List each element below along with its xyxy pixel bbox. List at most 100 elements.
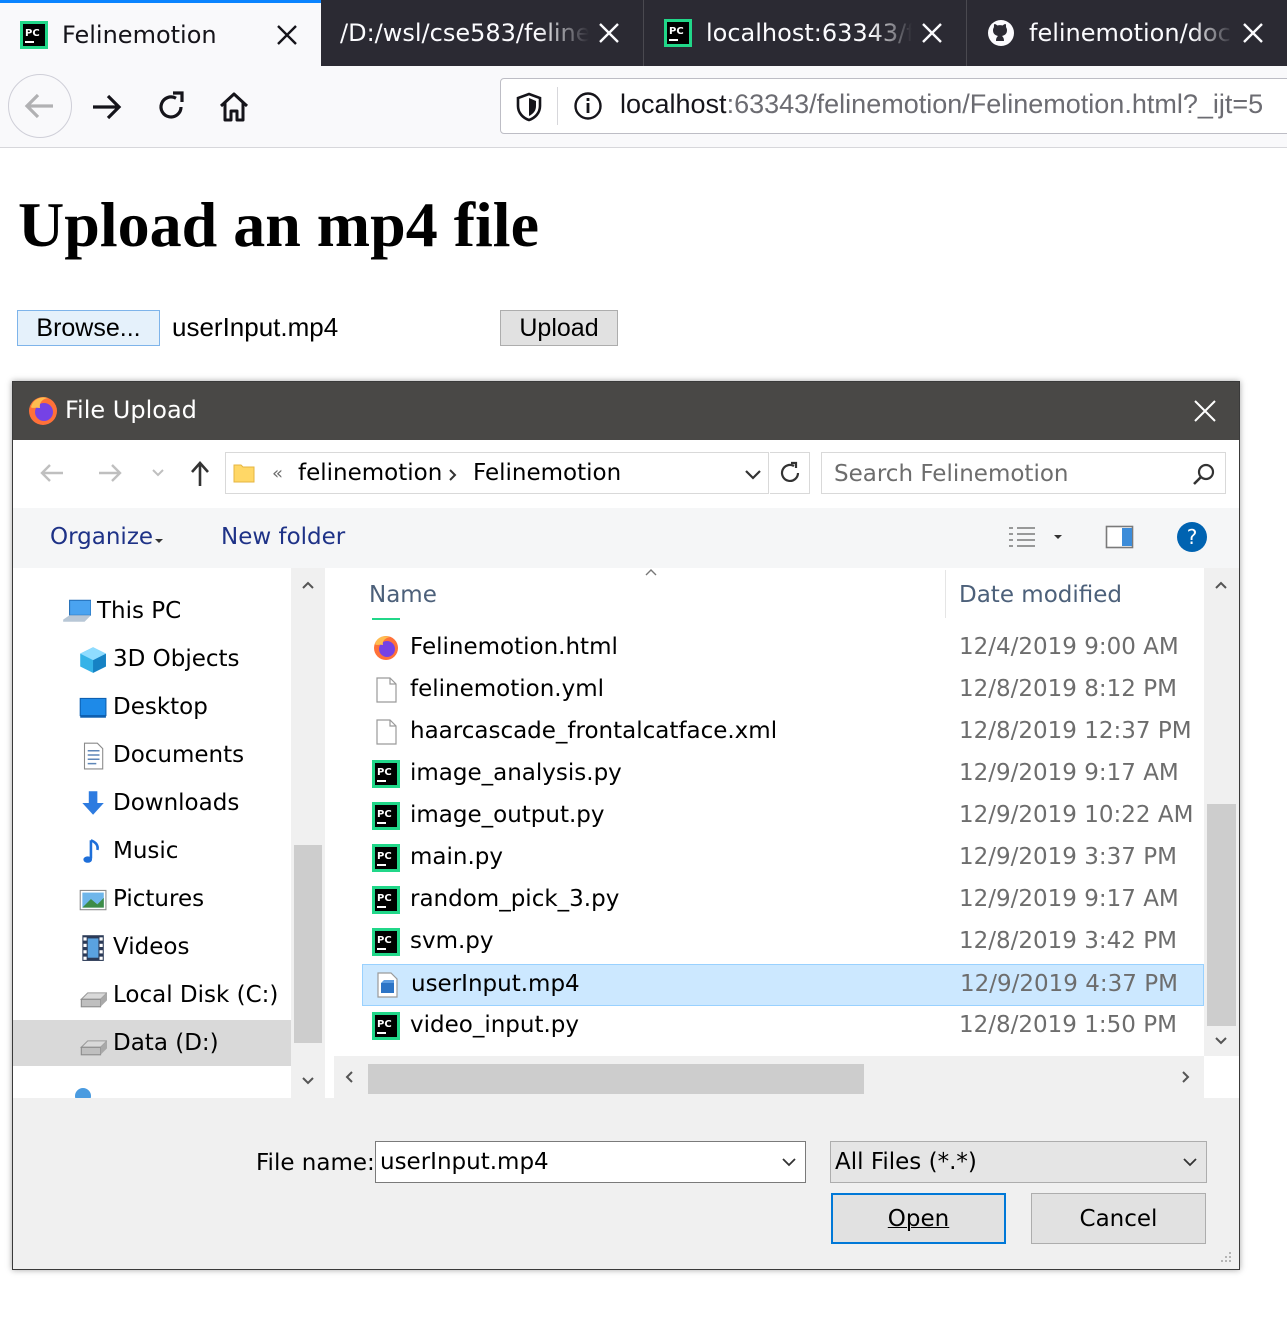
breadcrumb-felinemotion[interactable]: felinemotion bbox=[298, 460, 442, 486]
search-input[interactable]: Search Felinemotion bbox=[821, 452, 1226, 494]
breadcrumb-overflow[interactable]: « bbox=[272, 463, 283, 484]
info-icon[interactable] bbox=[573, 91, 603, 121]
address-bar[interactable]: « felinemotion Felinemotion bbox=[225, 452, 769, 494]
file-row[interactable]: PC image_analysis.py 12/9/2019 9:17 AM bbox=[362, 754, 1204, 796]
browse-button[interactable]: Browse... bbox=[17, 310, 160, 346]
breadcrumb-current[interactable]: Felinemotion bbox=[473, 460, 621, 486]
file-row[interactable]: PC video_input.py 12/8/2019 1:50 PM bbox=[362, 1006, 1204, 1048]
drive-icon bbox=[79, 992, 107, 1008]
home-button[interactable] bbox=[212, 85, 256, 129]
pycharm-icon: PC bbox=[372, 802, 400, 830]
view-details-icon[interactable] bbox=[1007, 524, 1037, 550]
column-header-date-modified[interactable]: Date modified bbox=[959, 582, 1122, 608]
url-bar[interactable]: localhost:63343/felinemotion/Felinemotio… bbox=[500, 78, 1287, 134]
scroll-up-icon[interactable] bbox=[1214, 580, 1228, 590]
file-row[interactable]: userInput.mp4 12/9/2019 4:37 PM bbox=[362, 964, 1204, 1006]
organize-button[interactable]: Organize bbox=[50, 524, 153, 550]
scroll-right-icon[interactable] bbox=[1181, 1070, 1191, 1084]
nav-item-local-disk-c[interactable]: Local Disk (C:) bbox=[13, 972, 291, 1018]
url-text[interactable]: localhost:63343/felinemotion/Felinemotio… bbox=[620, 89, 1263, 120]
help-icon[interactable]: ? bbox=[1176, 521, 1208, 553]
file-date-modified: 12/9/2019 9:17 AM bbox=[959, 760, 1179, 786]
organize-dropdown-icon[interactable] bbox=[154, 538, 164, 544]
nav-item-label: Downloads bbox=[113, 790, 240, 816]
file-row[interactable]: felinemotion.yml 12/8/2019 8:12 PM bbox=[362, 670, 1204, 712]
sort-ascending-icon bbox=[645, 569, 657, 576]
horizontal-scroll-thumb[interactable] bbox=[368, 1064, 864, 1094]
cancel-button[interactable]: Cancel bbox=[1031, 1193, 1206, 1244]
file-type-value: All Files (*.*) bbox=[835, 1149, 977, 1175]
nav-item-pictures[interactable]: Pictures bbox=[13, 876, 291, 922]
file-row[interactable]: PC image_output.py 12/9/2019 10:22 AM bbox=[362, 796, 1204, 838]
pictures-icon bbox=[79, 889, 107, 911]
forward-button[interactable] bbox=[84, 85, 128, 129]
close-dialog-icon[interactable] bbox=[1191, 397, 1219, 425]
tab-localhost[interactable]: PC localhost:63343/felinemotion/Felinemo… bbox=[644, 0, 966, 66]
svg-text:?: ? bbox=[1187, 525, 1198, 549]
file-row[interactable]: PC main.py 12/9/2019 3:37 PM bbox=[362, 838, 1204, 880]
tab-github[interactable]: felinemotion/doc at master bbox=[967, 0, 1287, 66]
file-list-scroll-thumb[interactable] bbox=[1207, 804, 1236, 1026]
file-name-input[interactable]: userInput.mp4 bbox=[375, 1141, 806, 1183]
blank-file-icon bbox=[372, 718, 400, 746]
tab-local-file[interactable]: /D:/wsl/cse583/felinemotion/Felinemotion… bbox=[322, 0, 643, 66]
shield-icon[interactable] bbox=[515, 92, 543, 122]
back-button[interactable] bbox=[8, 74, 72, 138]
search-icon[interactable] bbox=[1192, 463, 1216, 487]
recent-locations-chevron-icon[interactable] bbox=[151, 468, 165, 478]
file-list-horizontal-scrollbar[interactable] bbox=[334, 1056, 1204, 1098]
nav-item-data-d[interactable]: Data (D:) bbox=[13, 1020, 291, 1066]
nav-item-this-pc[interactable]: This PC bbox=[13, 588, 291, 634]
close-tab-icon[interactable] bbox=[920, 21, 944, 45]
pycharm-icon: PC bbox=[664, 19, 692, 47]
file-row[interactable]: PC random_pick_3.py 12/9/2019 9:17 AM bbox=[362, 880, 1204, 922]
tab-felinemotion[interactable]: PC Felinemotion bbox=[0, 0, 321, 66]
nav-item-downloads[interactable]: Downloads bbox=[13, 780, 291, 826]
breadcrumb-separator-icon[interactable] bbox=[448, 468, 458, 482]
column-header-name[interactable]: Name bbox=[369, 582, 437, 608]
pycharm-icon: PC bbox=[372, 1012, 400, 1040]
svg-text:PC: PC bbox=[377, 809, 392, 820]
nav-item-desktop[interactable]: Desktop bbox=[13, 684, 291, 730]
nav-item-3d-objects[interactable]: 3D Objects bbox=[13, 636, 291, 682]
column-divider[interactable] bbox=[945, 570, 946, 618]
file-row[interactable]: Felinemotion.html 12/4/2019 9:00 AM bbox=[362, 628, 1204, 670]
preview-pane-icon[interactable] bbox=[1105, 524, 1135, 550]
file-name-value: userInput.mp4 bbox=[380, 1149, 549, 1175]
file-row[interactable]: PCclear_folder.py12/9/2019 12:29 PM bbox=[362, 618, 1204, 628]
address-dropdown-icon[interactable] bbox=[744, 469, 762, 481]
scroll-down-icon[interactable] bbox=[301, 1076, 315, 1086]
file-row[interactable]: PC svm.py 12/8/2019 3:42 PM bbox=[362, 922, 1204, 964]
nav-scrollbar[interactable] bbox=[291, 568, 325, 1098]
chevron-down-icon[interactable] bbox=[781, 1157, 797, 1167]
view-dropdown-icon[interactable] bbox=[1053, 534, 1063, 540]
explorer-forward-icon[interactable] bbox=[97, 462, 123, 484]
nav-item-documents[interactable]: Documents bbox=[13, 732, 291, 778]
nav-item-videos[interactable]: Videos bbox=[13, 924, 291, 970]
new-folder-button[interactable]: New folder bbox=[221, 524, 345, 550]
nav-item-music[interactable]: Music bbox=[13, 828, 291, 874]
pc-icon bbox=[61, 596, 91, 626]
firefox-icon bbox=[374, 636, 398, 660]
scroll-down-icon[interactable] bbox=[1214, 1036, 1228, 1046]
nav-item-label: Videos bbox=[113, 934, 190, 960]
upload-button[interactable]: Upload bbox=[500, 310, 618, 346]
scroll-up-icon[interactable] bbox=[301, 580, 315, 590]
close-tab-icon[interactable] bbox=[275, 23, 299, 47]
reload-button[interactable] bbox=[149, 85, 193, 129]
close-tab-icon[interactable] bbox=[1241, 21, 1265, 45]
file-list: PCclear_folder.py12/9/2019 12:29 PMFelin… bbox=[334, 618, 1204, 1050]
nav-scroll-thumb[interactable] bbox=[294, 845, 322, 1043]
file-row[interactable]: haarcascade_frontalcatface.xml 12/8/2019 … bbox=[362, 712, 1204, 754]
explorer-back-icon[interactable] bbox=[39, 462, 65, 484]
resize-grip-icon[interactable] bbox=[1217, 1248, 1233, 1264]
open-button[interactable]: Open bbox=[831, 1193, 1006, 1244]
dialog-titlebar[interactable]: File Upload bbox=[13, 382, 1239, 440]
scroll-left-icon[interactable] bbox=[344, 1070, 354, 1084]
file-type-select[interactable]: All Files (*.*) bbox=[830, 1141, 1207, 1183]
up-folder-icon[interactable] bbox=[189, 460, 211, 488]
file-name: svm.py bbox=[410, 928, 494, 954]
refresh-button[interactable] bbox=[770, 452, 810, 494]
file-list-vertical-scrollbar[interactable] bbox=[1204, 568, 1239, 1056]
close-tab-icon[interactable] bbox=[597, 21, 621, 45]
